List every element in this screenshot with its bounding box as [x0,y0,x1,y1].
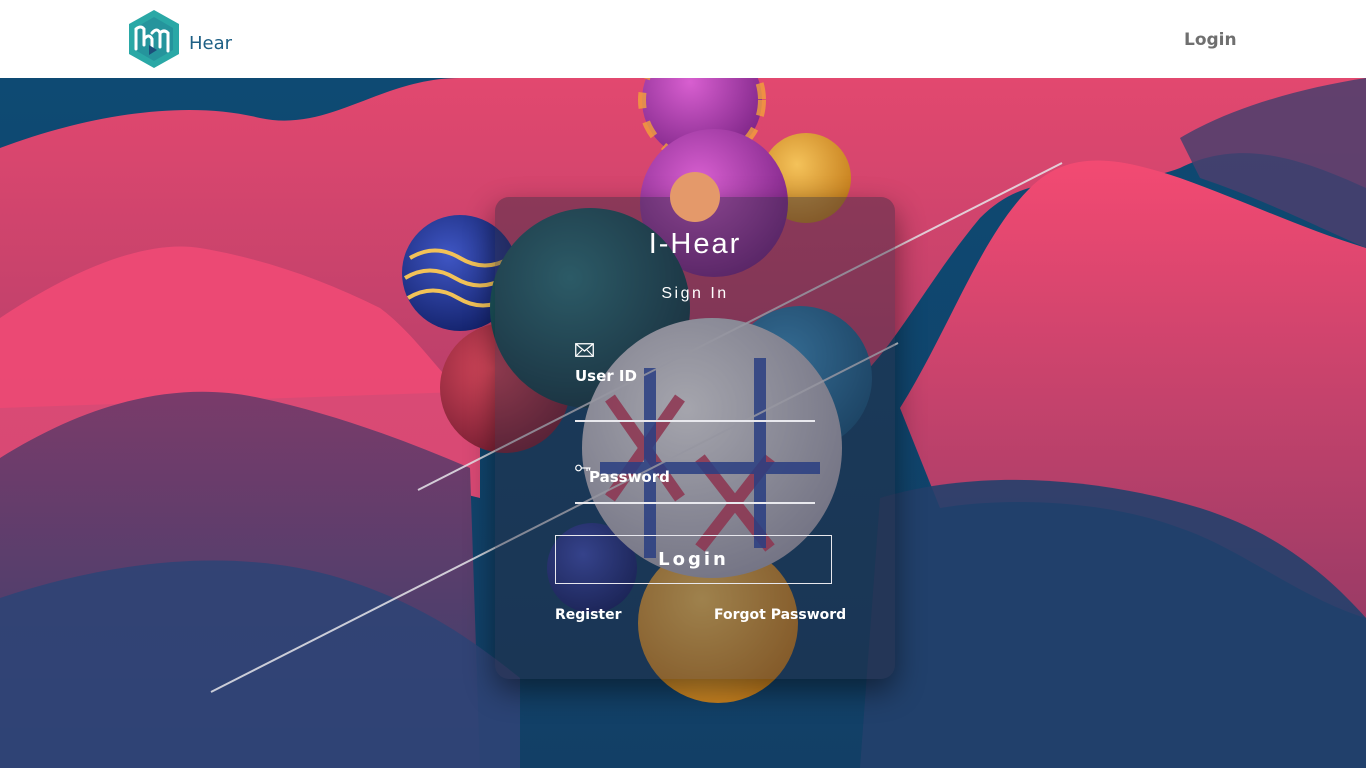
forgot-password-link[interactable]: Forgot Password [714,607,846,623]
register-link[interactable]: Register [555,607,622,623]
user-id-underline [575,420,815,422]
user-id-label: User ID [575,367,637,385]
password-underline [575,502,815,504]
avatar [670,172,720,222]
top-navbar: Hear Login [0,0,1366,78]
sign-in-subtitle: Sign In [661,285,729,302]
brand-logo-icon [129,10,179,68]
brand-name: Hear [189,32,233,54]
password-input[interactable] [575,474,819,502]
brand[interactable]: Hear [127,9,232,69]
nav-login-link[interactable]: Login [1184,30,1237,50]
app-title: I-Hear [648,228,742,260]
envelope-icon [575,343,594,357]
login-submit-button[interactable]: Login [555,535,832,584]
user-id-input[interactable] [575,392,819,420]
